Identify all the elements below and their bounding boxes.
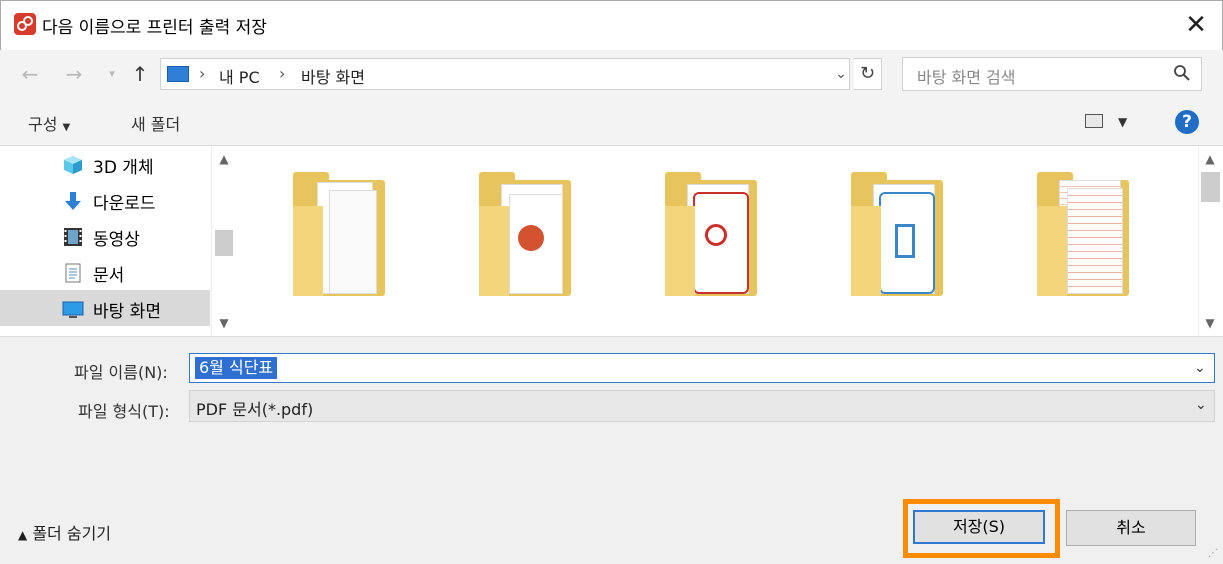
filetype-dropdown-icon[interactable]: ⌄ (1195, 397, 1207, 413)
filetype-value: PDF 문서(*.pdf) (196, 400, 314, 419)
breadcrumb-my-pc[interactable]: 내 PC (219, 64, 260, 88)
toolbar (0, 98, 1223, 146)
search-placeholder: 바탕 화면 검색 (917, 68, 1016, 87)
sidebar-item-label: 다운로드 (93, 194, 156, 214)
sidebar-item-desktop[interactable]: 바탕 화면 (0, 290, 210, 326)
sidebar-item-documents[interactable]: 문서 (0, 254, 210, 290)
document-icon (62, 262, 82, 283)
video-icon (62, 226, 82, 246)
pc-icon (167, 66, 189, 82)
view-options-icon[interactable] (1085, 114, 1103, 128)
desktop-icon (62, 298, 84, 318)
folder-with-powerpoint-icon[interactable] (479, 172, 571, 296)
refresh-icon[interactable]: ↻ (854, 58, 882, 90)
download-icon (62, 190, 82, 210)
hide-folders-label: 폴더 숨기기 (32, 524, 112, 543)
save-button[interactable]: 저장(S) (913, 510, 1045, 544)
folder-with-pdf-icon[interactable] (665, 172, 757, 296)
sidebar-item-label: 3D 개체 (93, 158, 154, 178)
filename-input[interactable] (189, 353, 1215, 383)
back-arrow-icon[interactable]: ← (18, 62, 42, 86)
folder-with-hangul-icon[interactable] (851, 172, 943, 296)
filename-label: 파일 이름(N): (74, 363, 168, 382)
cube-icon (62, 154, 82, 174)
breadcrumb-desktop[interactable]: 바탕 화면 (301, 64, 365, 88)
organize-button[interactable]: 구성 ▼ (28, 111, 70, 135)
window-title: 다음 이름으로 프린터 출력 저장 (42, 18, 267, 38)
chevron-up-icon: ▲ (18, 528, 28, 542)
sidebar-scroll-up-icon[interactable]: ▲ (214, 152, 234, 166)
filetype-label: 파일 형식(T): (78, 402, 170, 421)
new-folder-button[interactable]: 새 폴더 (131, 111, 180, 135)
caret-down-icon: ▼ (62, 122, 71, 133)
breadcrumb-separator: › (279, 64, 286, 83)
search-icon[interactable] (1173, 64, 1191, 87)
breadcrumb-separator: › (199, 64, 206, 83)
forward-arrow-icon[interactable]: → (62, 62, 86, 86)
resize-grip-icon[interactable]: ⋰ (1208, 548, 1218, 559)
filename-dropdown-icon[interactable]: ⌄ (1194, 360, 1206, 376)
cancel-button[interactable]: 취소 (1066, 510, 1196, 546)
folder-with-documents-icon[interactable] (293, 172, 385, 296)
folder-with-table-icon[interactable] (1037, 172, 1129, 296)
filetype-select[interactable]: PDF 문서(*.pdf) ⌄ (189, 390, 1215, 422)
help-icon[interactable]: ? (1175, 110, 1199, 134)
filename-selected-text[interactable]: 6월 식단표 (195, 357, 278, 379)
search-box[interactable]: 바탕 화면 검색 (902, 57, 1202, 91)
sidebar-item-label: 바탕 화면 (93, 302, 161, 322)
sidebar-item-label: 동영상 (93, 230, 140, 250)
view-caret-down-icon[interactable]: ▼ (1118, 115, 1127, 129)
sidebar-item-label: 문서 (93, 266, 125, 286)
organize-label: 구성 (28, 115, 58, 134)
sidebar-item-3d-objects[interactable]: 3D 개체 (0, 146, 210, 182)
sidebar-item-downloads[interactable]: 다운로드 (0, 182, 210, 218)
content-scroll-down-icon[interactable]: ▼ (1200, 316, 1220, 330)
address-bar[interactable]: › 내 PC › 바탕 화면 (160, 58, 850, 90)
sidebar-item-videos[interactable]: 동영상 (0, 218, 210, 254)
up-arrow-icon[interactable]: ↑ (128, 62, 152, 86)
content-scroll-up-icon[interactable]: ▲ (1200, 152, 1220, 166)
sidebar-scroll-down-icon[interactable]: ▼ (214, 316, 234, 330)
app-icon (14, 13, 36, 35)
close-icon[interactable]: ✕ (1180, 9, 1212, 41)
sidebar-scroll-thumb[interactable] (215, 230, 233, 256)
hide-folders-button[interactable]: ▲ 폴더 숨기기 (18, 520, 111, 544)
content-scroll-thumb[interactable] (1201, 172, 1220, 202)
recent-locations-chevron-icon[interactable]: ▾ (100, 62, 124, 86)
address-dropdown-icon[interactable]: ⌄ (832, 62, 850, 86)
